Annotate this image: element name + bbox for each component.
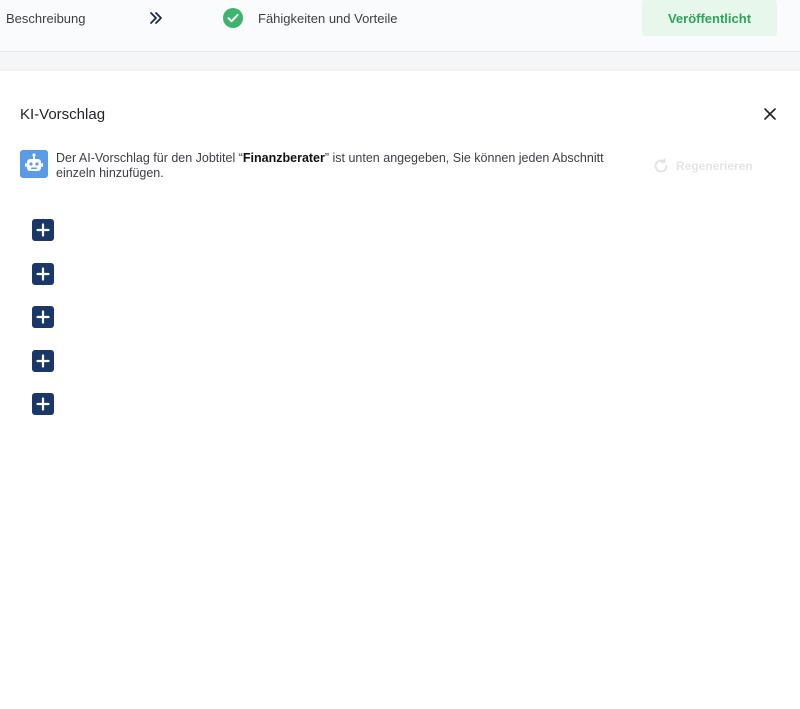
step-header: Beschreibung Fähigkeiten und Vorteile Ve… <box>0 0 800 52</box>
add-section-button[interactable] <box>32 262 54 285</box>
add-section-button[interactable] <box>32 349 54 372</box>
add-section-list <box>32 219 54 437</box>
step-skills-benefits[interactable]: Fähigkeiten und Vorteile <box>258 11 397 26</box>
plus-icon <box>36 353 50 368</box>
plus-icon <box>36 310 50 324</box>
refresh-icon <box>654 158 668 173</box>
plus-icon <box>36 266 50 281</box>
plus-icon <box>36 223 50 237</box>
job-title: Finanzberater <box>242 151 325 165</box>
robot-icon <box>20 150 48 178</box>
published-button[interactable]: Veröffentlicht <box>642 0 777 36</box>
close-button[interactable] <box>762 106 778 122</box>
add-section-button[interactable] <box>32 393 54 415</box>
ai-info-text: Der AI-Vorschlag für den Jobtitel “Finan… <box>56 151 616 180</box>
add-section-button[interactable] <box>32 219 54 241</box>
double-chevron-right-icon <box>147 9 165 27</box>
add-section-button[interactable] <box>32 306 54 328</box>
close-icon <box>764 108 776 120</box>
panel-title: KI-Vorschlag <box>20 106 106 123</box>
regenerate-button[interactable]: Regenerieren <box>648 156 768 176</box>
ai-suggestion-panel: KI-Vorschlag Der AI-Vorschlag für den Jo… <box>0 71 800 709</box>
step-description[interactable]: Beschreibung <box>6 11 86 26</box>
info-prefix: Der AI-Vorschlag für den Jobtitel “ <box>56 151 243 165</box>
plus-icon <box>36 397 50 411</box>
check-circle-icon <box>223 8 243 28</box>
regenerate-label: Regenerieren <box>676 159 753 173</box>
